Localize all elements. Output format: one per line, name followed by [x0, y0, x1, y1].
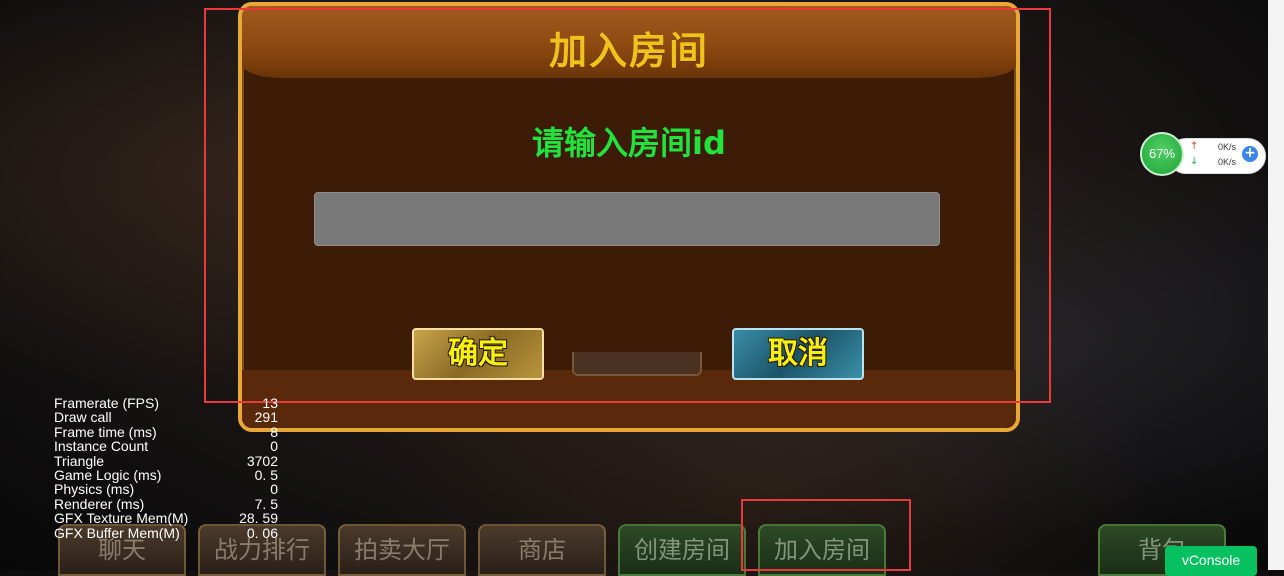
download-arrow-icon: ↓: [1190, 156, 1199, 167]
profiler-stats: Framerate (FPS) 13 Draw call 291 Frame tim…: [54, 396, 278, 540]
stat-row: Physics (ms) 0: [54, 481, 278, 498]
stat-value: 28. 59: [239, 510, 278, 527]
stat-label: Triangle: [54, 452, 105, 469]
tab-shop[interactable]: 商店: [478, 524, 606, 576]
stat-value: 0: [270, 481, 278, 498]
stat-value: 3702: [246, 452, 278, 469]
stat-row: Framerate (FPS) 13: [54, 395, 278, 411]
stat-row: Frame time (ms) 8: [54, 423, 278, 440]
stat-value: 7. 5: [254, 495, 278, 512]
stat-row: Game Logic (ms) 0. 5: [54, 466, 278, 483]
stat-value: 0. 06: [246, 524, 278, 541]
stat-value: 8: [270, 423, 278, 440]
stat-label: Renderer (ms): [54, 495, 145, 512]
upload-arrow-icon: ↑: [1190, 141, 1199, 152]
tab-label: 商店: [518, 536, 566, 564]
stat-value: 0: [270, 438, 278, 455]
stat-value: 0. 5: [254, 466, 278, 483]
dialog-highlight-box: [204, 8, 1051, 403]
stat-label: Game Logic (ms): [54, 466, 162, 483]
join-tab-highlight-box: [741, 499, 911, 571]
stat-row: GFX Texture Mem(M) 28. 59: [54, 510, 278, 527]
stat-value: 291: [254, 409, 278, 426]
stat-label: Instance Count: [54, 438, 149, 455]
page-margin: [1268, 0, 1284, 570]
plus-icon[interactable]: +: [1242, 146, 1258, 162]
vconsole-button[interactable]: vConsole: [1165, 546, 1257, 576]
download-speed: 0K/s: [1218, 157, 1237, 167]
tab-label: 拍卖大厅: [354, 536, 450, 564]
stat-label: Draw call: [54, 409, 112, 426]
memory-percent-badge: 67%: [1140, 132, 1184, 176]
upload-speed: 0K/s: [1218, 142, 1237, 152]
stat-row: Draw call 291: [54, 409, 278, 426]
stat-label: Frame time (ms): [54, 423, 157, 440]
stat-label: GFX Buffer Mem(M): [54, 524, 180, 541]
stat-row: Renderer (ms) 7. 5: [54, 495, 278, 512]
stat-value: 13: [262, 395, 278, 411]
stat-label: GFX Texture Mem(M): [54, 510, 189, 527]
stat-row: GFX Buffer Mem(M) 0. 06: [54, 524, 278, 541]
stat-label: Framerate (FPS): [54, 395, 160, 411]
tab-auction-hall[interactable]: 拍卖大厅: [338, 524, 466, 576]
stat-label: Physics (ms): [54, 481, 135, 498]
stat-row: Instance Count 0: [54, 438, 278, 455]
tab-label: 创建房间: [634, 536, 730, 564]
network-speed-widget[interactable]: 67% ↑ ↓ 0K/s 0K/s +: [1140, 132, 1266, 176]
stat-row: Triangle 3702: [54, 452, 278, 469]
tab-create-room[interactable]: 创建房间: [618, 524, 746, 576]
